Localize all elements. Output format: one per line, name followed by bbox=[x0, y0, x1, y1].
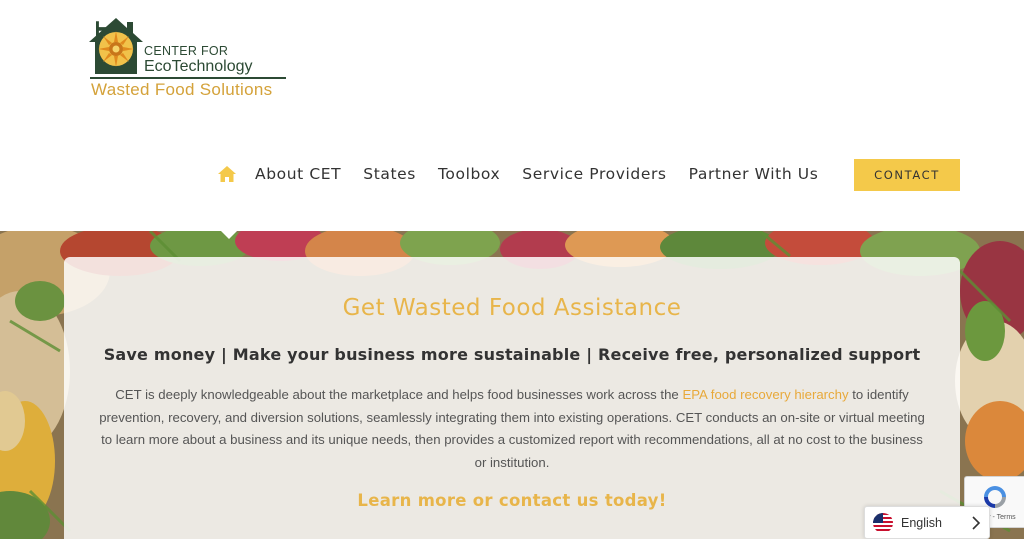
logo-line-2: EcoTechnology bbox=[144, 58, 253, 75]
panel-body: CET is deeply knowledgeable about the ma… bbox=[98, 384, 926, 474]
sun-house-icon bbox=[89, 18, 143, 74]
nav-item-toolbox[interactable]: Toolbox bbox=[438, 165, 500, 183]
site-header: CET CENTER FOR EcoTechnology Wasted Food… bbox=[0, 0, 1024, 231]
logo-line-1: CENTER FOR bbox=[144, 44, 229, 58]
main-nav: About CET States Toolbox Service Provide… bbox=[215, 158, 840, 190]
nav-item-partner[interactable]: Partner With Us bbox=[689, 165, 819, 183]
nav-item-about[interactable]: About CET bbox=[255, 165, 341, 183]
panel-title: Get Wasted Food Assistance bbox=[342, 295, 682, 321]
contact-button[interactable]: CONTACT bbox=[854, 159, 960, 191]
assistance-panel: Get Wasted Food Assistance Save money | … bbox=[64, 257, 960, 539]
logo-divider bbox=[90, 77, 286, 79]
language-label: English bbox=[901, 515, 942, 530]
home-icon[interactable] bbox=[215, 162, 239, 186]
chevron-right-icon bbox=[972, 516, 981, 530]
us-flag-icon bbox=[873, 512, 893, 533]
recaptcha-terms[interactable]: y - Terms bbox=[987, 514, 1016, 521]
panel-subtitle: Save money | Make your business more sus… bbox=[103, 345, 921, 364]
active-nav-pointer bbox=[219, 229, 239, 239]
language-switcher[interactable]: English bbox=[864, 506, 990, 539]
body-text-before: CET is deeply knowledgeable about the ma… bbox=[115, 387, 683, 402]
contact-cta-link[interactable]: Learn more or contact us today! bbox=[64, 491, 960, 510]
logo-tagline: Wasted Food Solutions bbox=[91, 80, 273, 99]
logo-mark: CET bbox=[62, 20, 120, 78]
epa-hierarchy-link[interactable]: EPA food recovery hierarchy bbox=[682, 387, 848, 402]
nav-item-states[interactable]: States bbox=[363, 165, 416, 183]
nav-item-service-providers[interactable]: Service Providers bbox=[522, 165, 666, 183]
site-logo[interactable]: CET CENTER FOR EcoTechnology Wasted Food… bbox=[62, 14, 302, 104]
